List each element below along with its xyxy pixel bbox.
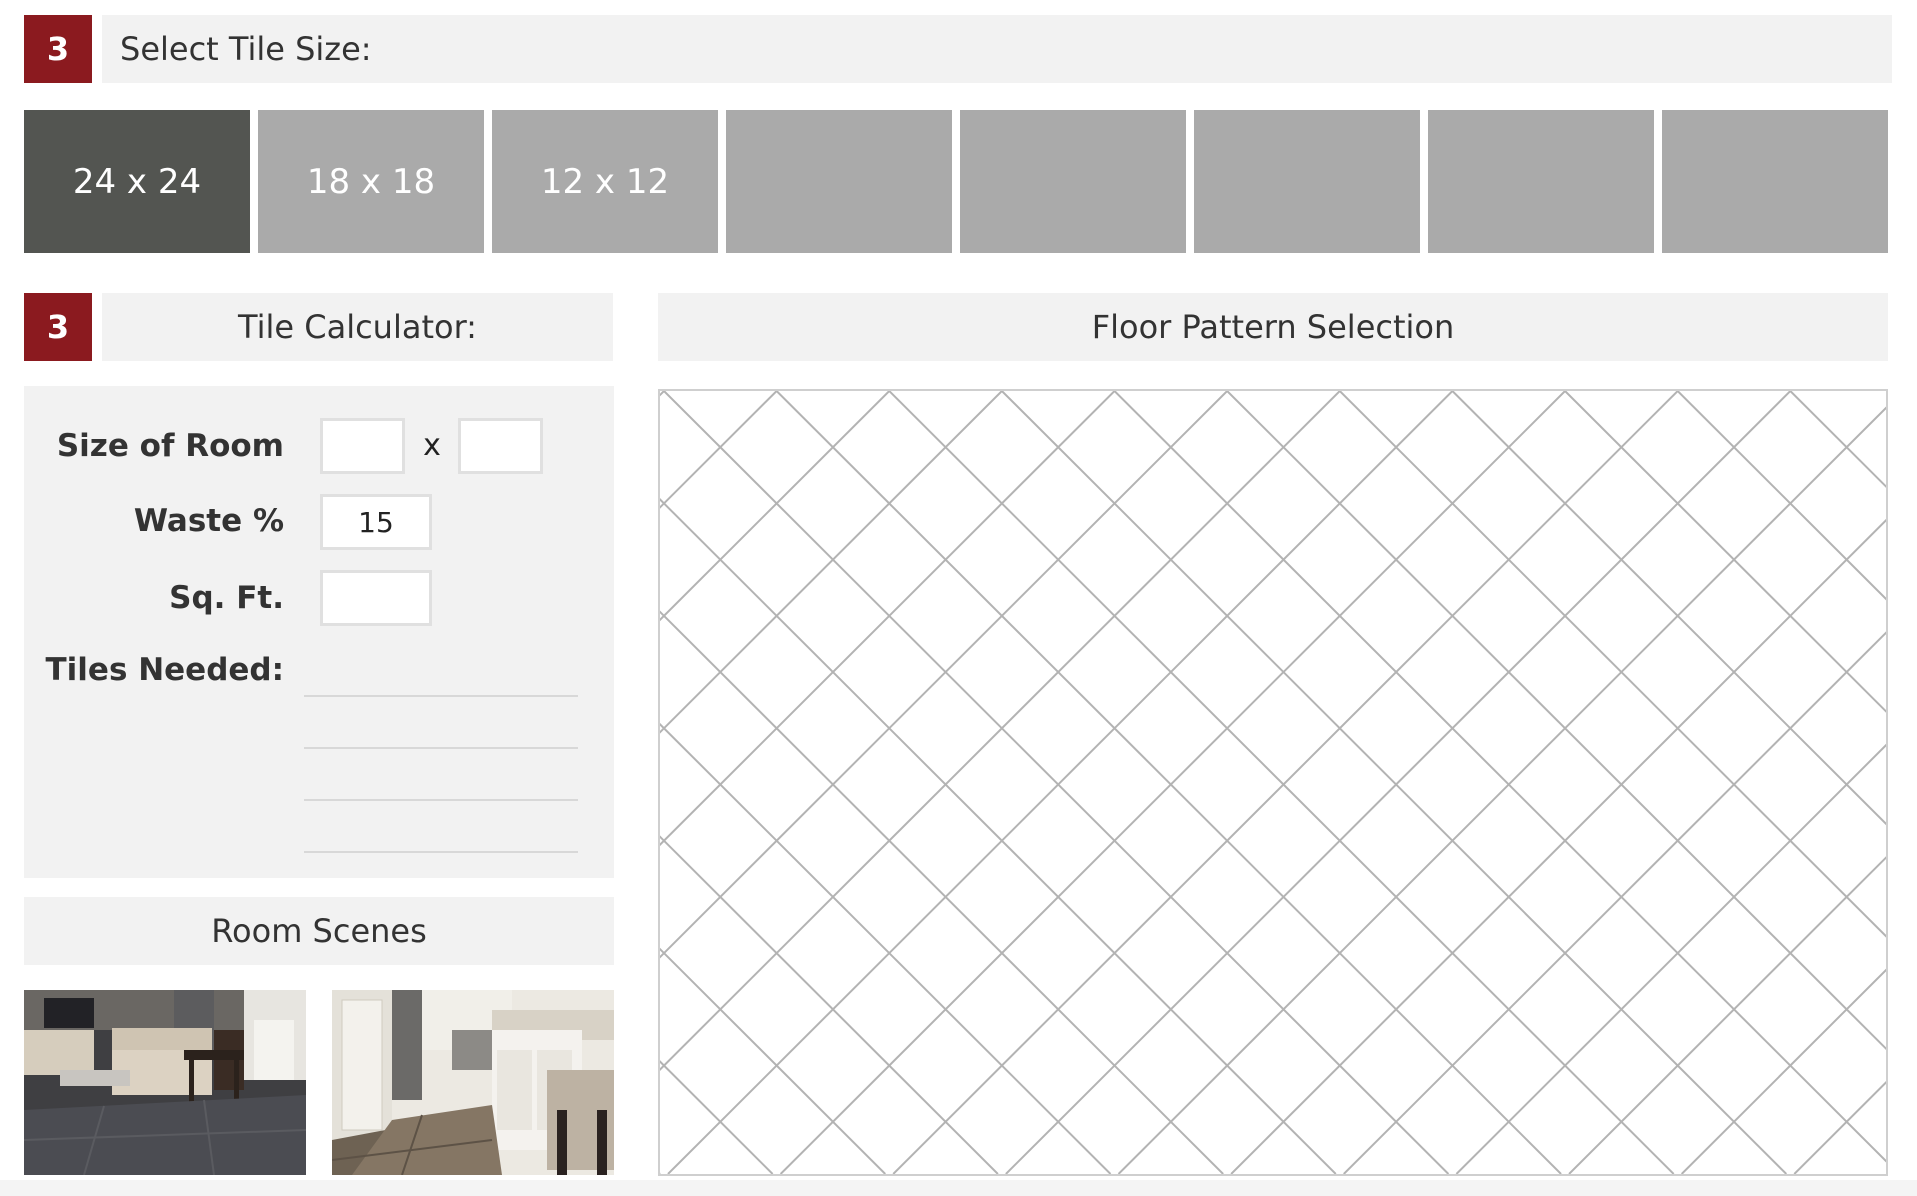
tile-grout-line xyxy=(1001,391,1788,1174)
sqft-input[interactable] xyxy=(320,570,432,626)
tile-grout-line xyxy=(1793,1081,1886,1174)
room-size-label: Size of Room xyxy=(56,428,284,464)
tile-grout-line xyxy=(888,391,1675,1174)
tile-grout-line xyxy=(1568,856,1886,1174)
diamond-tile-pattern xyxy=(660,391,1886,1174)
room-scene-living-room-image[interactable] xyxy=(24,990,306,1175)
tile-calculator-header: Tile Calculator: xyxy=(102,293,613,361)
tile-size-button-24x24[interactable]: 24 x 24 xyxy=(24,110,250,253)
page-bottom-strip xyxy=(0,1180,1917,1196)
tile-grout-line xyxy=(1455,743,1886,1174)
tile-grout-line xyxy=(660,391,665,397)
tile-calculator-title: Tile Calculator: xyxy=(238,308,477,346)
tile-grout-line xyxy=(1680,968,1886,1174)
step-badge-calculator: 3 xyxy=(24,293,92,361)
tile-grout-line xyxy=(660,391,1341,1071)
tile-grout-line xyxy=(1339,391,1886,938)
tiles-needed-line xyxy=(304,695,578,697)
waste-percent-input[interactable] xyxy=(320,494,432,550)
tile-grout-line xyxy=(660,391,1116,847)
tile-grout-line xyxy=(660,610,1224,1174)
tile-grout-line xyxy=(1117,406,1886,1174)
tile-grout-line xyxy=(1564,391,1886,713)
tile-grout-line xyxy=(1113,391,1886,1163)
tile-size-button-12x12[interactable]: 12 x 12 xyxy=(492,110,718,253)
room-width-input[interactable] xyxy=(320,418,405,474)
sqft-label: Sq. Ft. xyxy=(169,580,284,616)
room-length-input[interactable] xyxy=(458,418,543,474)
waste-label: Waste % xyxy=(133,503,284,539)
tile-grout-line xyxy=(1343,631,1886,1174)
floor-pattern-title: Floor Pattern Selection xyxy=(1091,308,1455,346)
tile-grout-line xyxy=(1789,391,1886,488)
step-badge-tile-size: 3 xyxy=(24,15,92,83)
tile-size-label: 12 x 12 xyxy=(540,161,670,202)
tile-grout-line xyxy=(1005,391,1792,1174)
floor-pattern-header: Floor Pattern Selection xyxy=(658,293,1888,361)
room-scenes-title: Room Scenes xyxy=(211,912,427,950)
tile-size-button-blank[interactable] xyxy=(1662,110,1888,253)
floor-pattern-preview[interactable] xyxy=(658,389,1888,1176)
tile-grout-line xyxy=(775,391,1562,1174)
tiles-needed-line xyxy=(304,799,578,801)
tile-size-label: 24 x 24 xyxy=(72,161,202,202)
tiles-needed-line xyxy=(304,747,578,749)
tile-size-label: 18 x 18 xyxy=(306,161,436,202)
tile-grout-line xyxy=(660,391,890,622)
tiles-needed-line xyxy=(304,851,578,853)
tile-size-title: Select Tile Size: xyxy=(120,30,372,68)
tile-size-header: Select Tile Size: xyxy=(102,15,1892,83)
room-scenes-header: Room Scenes xyxy=(24,897,614,965)
tile-grout-line xyxy=(667,391,1454,1174)
tile-grout-line xyxy=(779,391,1566,1174)
tile-grout-line xyxy=(663,391,1450,1174)
tiles-needed-label: Tiles Needed: xyxy=(45,652,284,688)
tile-size-button-blank[interactable] xyxy=(960,110,1186,253)
tile-size-button-blank[interactable] xyxy=(726,110,952,253)
tile-size-button-blank[interactable] xyxy=(1194,110,1420,253)
tile-size-button-blank[interactable] xyxy=(1428,110,1654,253)
tile-grout-line xyxy=(892,391,1679,1174)
room-scene-kitchen-image[interactable] xyxy=(332,990,614,1175)
times-symbol: x xyxy=(423,428,441,463)
tile-size-button-18x18[interactable]: 18 x 18 xyxy=(258,110,484,253)
tile-grout-line xyxy=(660,1060,774,1174)
